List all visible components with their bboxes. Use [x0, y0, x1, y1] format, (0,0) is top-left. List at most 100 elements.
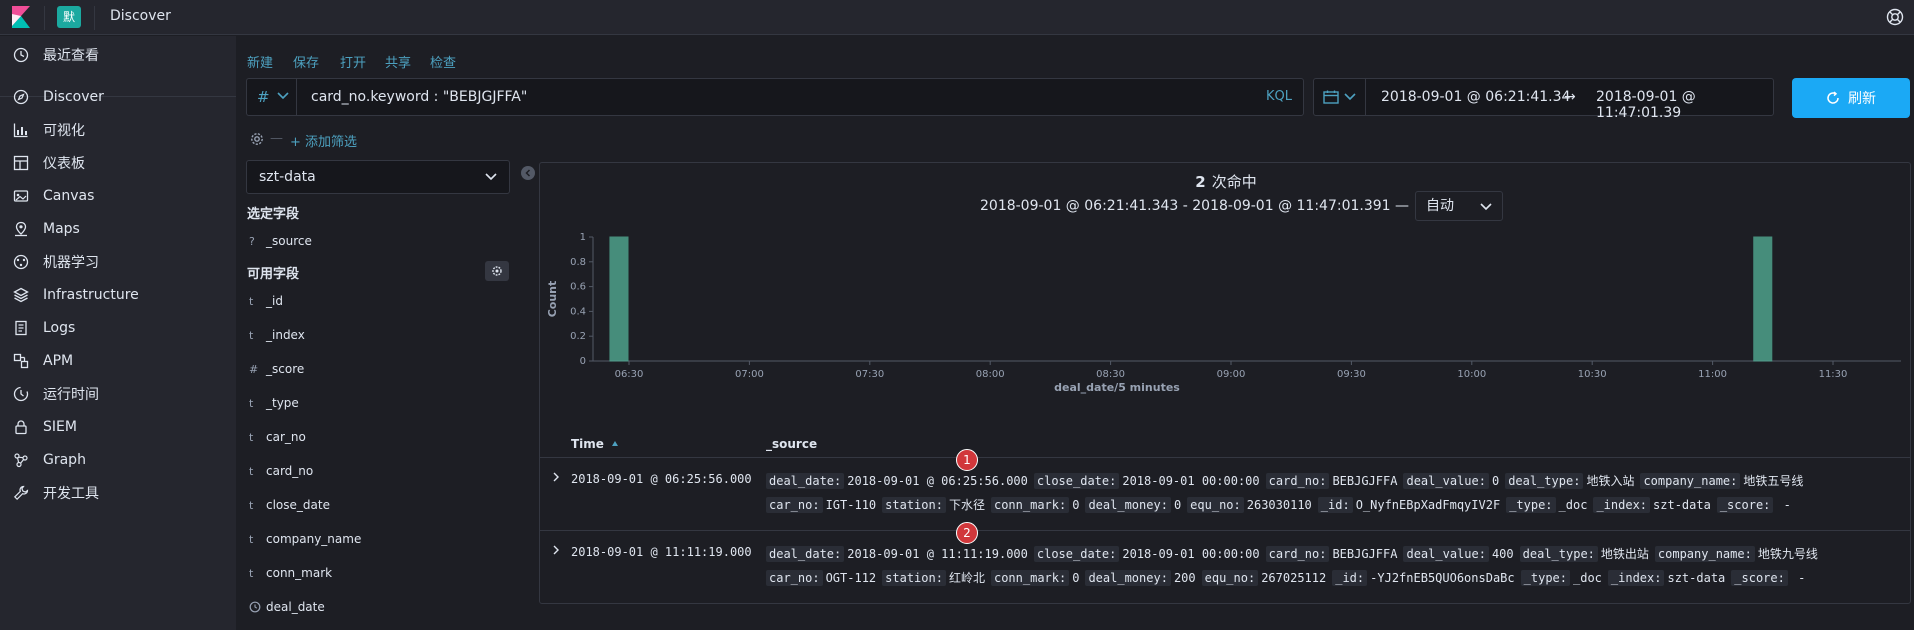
source-value: 2018-09-01 00:00:00 — [1122, 474, 1260, 488]
nav-item--[interactable]: 运行时间 — [0, 376, 236, 412]
nav-item-label: 机器学习 — [43, 255, 99, 271]
nav-item--[interactable]: 仪表板 — [0, 145, 236, 181]
end-date[interactable]: 2018-09-01 @ 11:47:01.39 — [1596, 89, 1773, 121]
nav-item-apm[interactable]: APM — [0, 343, 236, 379]
chevron-down-icon — [485, 173, 497, 181]
source-value: 地铁九号线 — [1757, 547, 1818, 561]
x-tick-label: 06:30 — [615, 369, 644, 380]
field-name: _index — [266, 328, 305, 342]
new-link[interactable]: 新建 — [247, 52, 273, 71]
field-card-no[interactable]: t card_no — [249, 461, 313, 481]
field-index[interactable]: t _index — [249, 325, 305, 345]
hit-count: 2 次命中 — [540, 171, 1912, 192]
field-company-name[interactable]: t company_name — [249, 529, 361, 549]
field-name: _type — [266, 396, 299, 410]
y-tick-label: 0.2 — [570, 331, 586, 342]
date-picker[interactable]: 2018-09-01 @ 06:21:41.34 → 2018-09-01 @ … — [1313, 78, 1774, 121]
field-type-icon: ? — [249, 234, 255, 248]
interval-label: 自动 — [1426, 198, 1455, 214]
source-value: - — [1776, 498, 1791, 512]
time-column-header[interactable]: Time — [571, 437, 619, 451]
nav-item-label: Graph — [43, 452, 86, 468]
maps-icon — [15, 221, 27, 237]
kibana-logo-icon[interactable] — [12, 6, 32, 28]
field-source[interactable]: ? _source — [249, 231, 312, 251]
save-link[interactable]: 保存 — [293, 52, 319, 71]
source-key: car_no: — [766, 570, 823, 586]
source-value: 2018-09-01 @ 11:11:19.000 — [847, 547, 1028, 561]
histogram-bar[interactable] — [609, 236, 629, 362]
x-tick-label: 09:30 — [1337, 369, 1366, 380]
source-key: deal_money: — [1085, 570, 1171, 586]
field-id[interactable]: t _id — [249, 291, 283, 311]
chevron-down-icon — [1344, 93, 1356, 101]
nav-item--[interactable]: 开发工具 — [0, 475, 236, 511]
expand-row-icon[interactable] — [550, 544, 562, 556]
nav-item--[interactable]: 机器学习 — [0, 244, 236, 280]
infrastructure-icon — [13, 287, 29, 303]
source-line: car_no: IGT-110 station: 下水径 conn_mark: 0 deal… — [766, 496, 1797, 513]
source-value: _doc — [1573, 571, 1602, 585]
source-value: IGT-110 — [825, 498, 877, 512]
source-key: station: — [882, 497, 946, 513]
collapse-sidebar-button[interactable] — [521, 166, 535, 180]
nav-item-infrastructure[interactable]: Infrastructure — [0, 277, 236, 313]
index-pattern-select[interactable]: szt-data — [246, 160, 510, 194]
source-value: BEBJGJFFA — [1332, 547, 1398, 561]
field-type[interactable]: t _type — [249, 393, 299, 413]
selected-fields-title: 选定字段 — [247, 207, 300, 222]
gear-icon[interactable] — [249, 131, 265, 147]
nav-item-logs[interactable]: Logs — [0, 310, 236, 346]
field-close-date[interactable]: t close_date — [249, 495, 330, 515]
inspect-link[interactable]: 检查 — [430, 52, 456, 71]
query-type-button[interactable]: # — [246, 78, 296, 116]
field-type-icon: t — [249, 566, 254, 580]
nav-item-label: SIEM — [43, 419, 77, 435]
field-deal-date[interactable]: deal_date — [249, 597, 325, 617]
start-date[interactable]: 2018-09-01 @ 06:21:41.34 — [1381, 89, 1570, 105]
nav-item-discover[interactable]: Discover — [0, 79, 236, 115]
field-name: card_no — [266, 464, 314, 478]
nav-item--[interactable]: 最近查看 — [0, 37, 236, 73]
field-conn-mark[interactable]: t conn_mark — [249, 563, 332, 583]
field-name: conn_mark — [266, 566, 333, 580]
kql-toggle[interactable]: KQL — [1266, 89, 1292, 104]
x-tick-label: 07:30 — [855, 369, 884, 380]
x-tick-label: 11:30 — [1819, 369, 1848, 380]
nav-item-siem[interactable]: SIEM — [0, 409, 236, 445]
search-input[interactable]: card_no.keyword : "BEBJGJFFA" — [296, 78, 1304, 116]
interval-select[interactable]: 自动 — [1415, 191, 1504, 221]
chevron-down-icon — [1480, 203, 1492, 211]
source-value: OGT-112 — [825, 571, 877, 585]
histogram-bar[interactable] — [1753, 236, 1773, 362]
share-link[interactable]: 共享 — [385, 52, 411, 71]
field-score[interactable]: # _score — [249, 359, 304, 379]
refresh-button[interactable]: 刷新 — [1792, 78, 1910, 118]
siem-icon — [15, 420, 27, 435]
nav-item-graph[interactable]: Graph — [0, 442, 236, 478]
help-icon[interactable] — [1886, 8, 1904, 26]
source-key: _score: — [1731, 570, 1788, 586]
nav-item-maps[interactable]: Maps — [0, 211, 236, 247]
open-link[interactable]: 打开 — [340, 52, 366, 71]
source-key: _type: — [1506, 497, 1556, 513]
field-car-no[interactable]: t car_no — [249, 427, 306, 447]
source-key: _index: — [1593, 497, 1651, 513]
nav-item-label: 运行时间 — [43, 387, 99, 403]
graph-icon — [14, 453, 28, 468]
source-key: deal_type: — [1519, 546, 1598, 562]
source-value: BEBJGJFFA — [1332, 474, 1398, 488]
nav-item-label: 开发工具 — [43, 486, 99, 502]
quick-date-button[interactable] — [1314, 79, 1366, 115]
nav-item-canvas[interactable]: Canvas — [0, 178, 236, 214]
source-key: deal_value: — [1403, 473, 1489, 489]
space-avatar[interactable]: 默 — [57, 6, 81, 28]
add-filter-link[interactable]: + 添加筛选 — [290, 131, 357, 150]
source-value: 下水径 — [948, 498, 985, 512]
field-settings-button[interactable] — [485, 261, 509, 281]
x-tick-label: 11:00 — [1698, 369, 1727, 380]
expand-row-icon[interactable] — [550, 471, 562, 483]
sort-asc-icon[interactable] — [611, 440, 619, 448]
nav-item--[interactable]: 可视化 — [0, 112, 236, 148]
top-header: 默 Discover — [0, 0, 1914, 35]
